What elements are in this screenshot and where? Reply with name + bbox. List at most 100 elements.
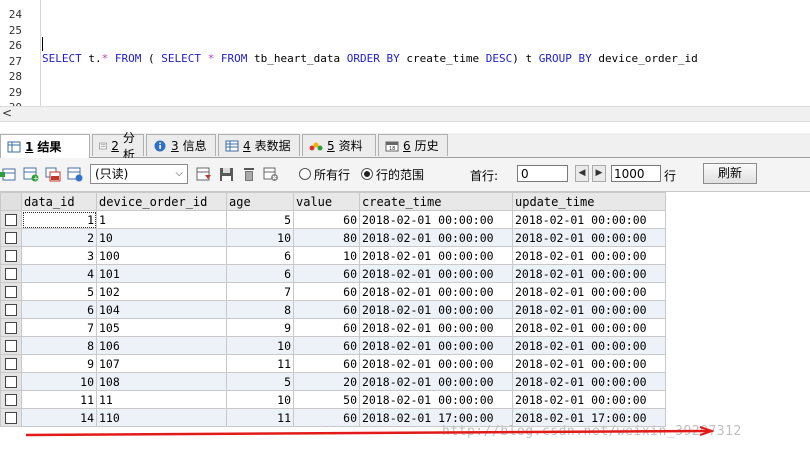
cell-data-id[interactable]: 5 [21,282,97,301]
cell-data-id[interactable]: 7 [21,318,97,337]
cell-update-time[interactable]: 2018-02-01 00:00:00 [512,264,666,283]
row-selector[interactable] [0,390,22,409]
cell-age[interactable]: 11 [226,354,294,373]
cell-data-id[interactable]: 9 [21,354,97,373]
previous-page-button[interactable]: ◀ [575,165,589,182]
row-checkbox[interactable] [5,286,17,298]
row-checkbox[interactable] [5,412,17,424]
row-checkbox[interactable] [5,250,17,262]
cell-age[interactable]: 5 [226,210,294,229]
cell-device-order-id[interactable]: 105 [96,318,227,337]
save-grid-icon[interactable] [67,167,83,182]
row-count-input[interactable]: 1000 [611,165,661,182]
table-row[interactable]: 11 11 10 50 2018-02-01 00:00:00 2018-02-01 00… [0,390,666,409]
cell-create-time[interactable]: 2018-02-01 00:00:00 [359,300,513,319]
cell-value[interactable]: 60 [293,336,360,355]
next-page-button[interactable]: ▶ [592,165,606,182]
cell-create-time[interactable]: 2018-02-01 00:00:00 [359,390,513,409]
row-checkbox[interactable] [5,304,17,316]
cell-age[interactable]: 7 [226,282,294,301]
cell-age[interactable]: 10 [226,228,294,247]
row-checkbox[interactable] [5,214,17,226]
duplicate-row-icon[interactable] [45,167,61,182]
cell-device-order-id[interactable]: 11 [96,390,227,409]
add-row-icon[interactable]: + [23,167,39,182]
cell-update-time[interactable]: 2018-02-01 00:00:00 [512,318,666,337]
all-rows-radio[interactable] [299,168,311,180]
row-checkbox[interactable] [5,394,17,406]
cell-data-id[interactable]: 4 [21,264,97,283]
cell-age[interactable]: 10 [226,390,294,409]
cell-device-order-id[interactable]: 108 [96,372,227,391]
cell-value[interactable]: 50 [293,390,360,409]
table-row[interactable]: 2 10 10 80 2018-02-01 00:00:00 2018-02-01 00:… [0,228,666,247]
row-checkbox[interactable] [5,340,17,352]
edit-mode-select[interactable]: (只读) ⌵ [90,164,188,184]
cell-device-order-id[interactable]: 106 [96,336,227,355]
cell-create-time[interactable]: 2018-02-01 00:00:00 [359,264,513,283]
row-selector[interactable] [0,300,22,319]
cell-update-time[interactable]: 2018-02-01 00:00:00 [512,210,666,229]
cell-value[interactable]: 20 [293,372,360,391]
table-row[interactable]: 3 100 6 10 2018-02-01 00:00:00 2018-02-01 00:… [0,246,666,265]
table-row[interactable]: 8 106 10 60 2018-02-01 00:00:00 2018-02-01 00… [0,336,666,355]
table-row[interactable]: 10 108 5 20 2018-02-01 00:00:00 2018-02-01 00… [0,372,666,391]
cell-update-time[interactable]: 2018-02-01 00:00:00 [512,372,666,391]
delete-trash-icon[interactable] [241,167,257,182]
cell-device-order-id[interactable]: 102 [96,282,227,301]
cell-device-order-id[interactable]: 100 [96,246,227,265]
table-row[interactable]: 7 105 9 60 2018-02-01 00:00:00 2018-02-01 00:… [0,318,666,337]
cell-age[interactable]: 6 [226,264,294,283]
row-selector[interactable] [0,264,22,283]
row-checkbox[interactable] [5,268,17,280]
row-checkbox[interactable] [5,358,17,370]
cell-update-time[interactable]: 2018-02-01 00:00:00 [512,246,666,265]
row-selector[interactable] [0,210,22,229]
row-checkbox[interactable] [5,322,17,334]
cell-value[interactable]: 60 [293,282,360,301]
filter-grid-icon[interactable] [196,167,212,182]
cell-device-order-id[interactable]: 107 [96,354,227,373]
cell-value[interactable]: 10 [293,246,360,265]
column-header-create-time[interactable]: create_time [359,192,513,211]
column-header-age[interactable]: age [226,192,294,211]
cell-device-order-id[interactable]: 104 [96,300,227,319]
cell-value[interactable]: 60 [293,264,360,283]
cell-device-order-id[interactable]: 101 [96,264,227,283]
tab-info[interactable]: 3 信息 [146,134,216,156]
cell-update-time[interactable]: 2018-02-01 00:00:00 [512,228,666,247]
table-row[interactable]: 1 1 5 60 2018-02-01 00:00:00 2018-02-01 00:00… [0,210,666,229]
cell-device-order-id[interactable]: 10 [96,228,227,247]
cell-create-time[interactable]: 2018-02-01 00:00:00 [359,354,513,373]
cell-data-id[interactable]: 1 [21,210,97,229]
first-row-input[interactable]: 0 [517,165,568,182]
cancel-changes-icon[interactable] [263,167,279,182]
sql-editor[interactable]: 24252627282930 SELECT t.* FROM ( SELECT … [0,0,810,106]
cell-update-time[interactable]: 2018-02-01 00:00:00 [512,390,666,409]
row-selector[interactable] [0,318,22,337]
cell-value[interactable]: 80 [293,228,360,247]
cell-data-id[interactable]: 10 [21,372,97,391]
cell-device-order-id[interactable]: 1 [96,210,227,229]
cell-age[interactable]: 5 [226,372,294,391]
cell-create-time[interactable]: 2018-02-01 00:00:00 [359,336,513,355]
cell-value[interactable]: 60 [293,300,360,319]
column-header-device-order-id[interactable]: device_order_id [96,192,227,211]
column-header-data-id[interactable]: data_id [21,192,97,211]
row-checkbox[interactable] [5,232,17,244]
sql-query-line[interactable]: SELECT t.* FROM ( SELECT * FROM tb_heart… [42,52,698,65]
column-header-update-time[interactable]: update_time [512,192,666,211]
row-selector[interactable] [0,336,22,355]
row-selector[interactable] [0,372,22,391]
cell-value[interactable]: 60 [293,210,360,229]
editor-horizontal-scrollbar[interactable]: < [0,106,810,122]
scroll-left-icon[interactable]: < [2,106,12,120]
refresh-button[interactable]: 刷新 [703,163,757,184]
cell-age[interactable]: 11 [226,408,294,427]
row-selector[interactable] [0,228,22,247]
cell-age[interactable]: 6 [226,246,294,265]
tab-table-data[interactable]: 4 表数据 [218,134,300,156]
row-checkbox[interactable] [5,376,17,388]
cell-create-time[interactable]: 2018-02-01 00:00:00 [359,210,513,229]
row-selector[interactable] [0,354,22,373]
